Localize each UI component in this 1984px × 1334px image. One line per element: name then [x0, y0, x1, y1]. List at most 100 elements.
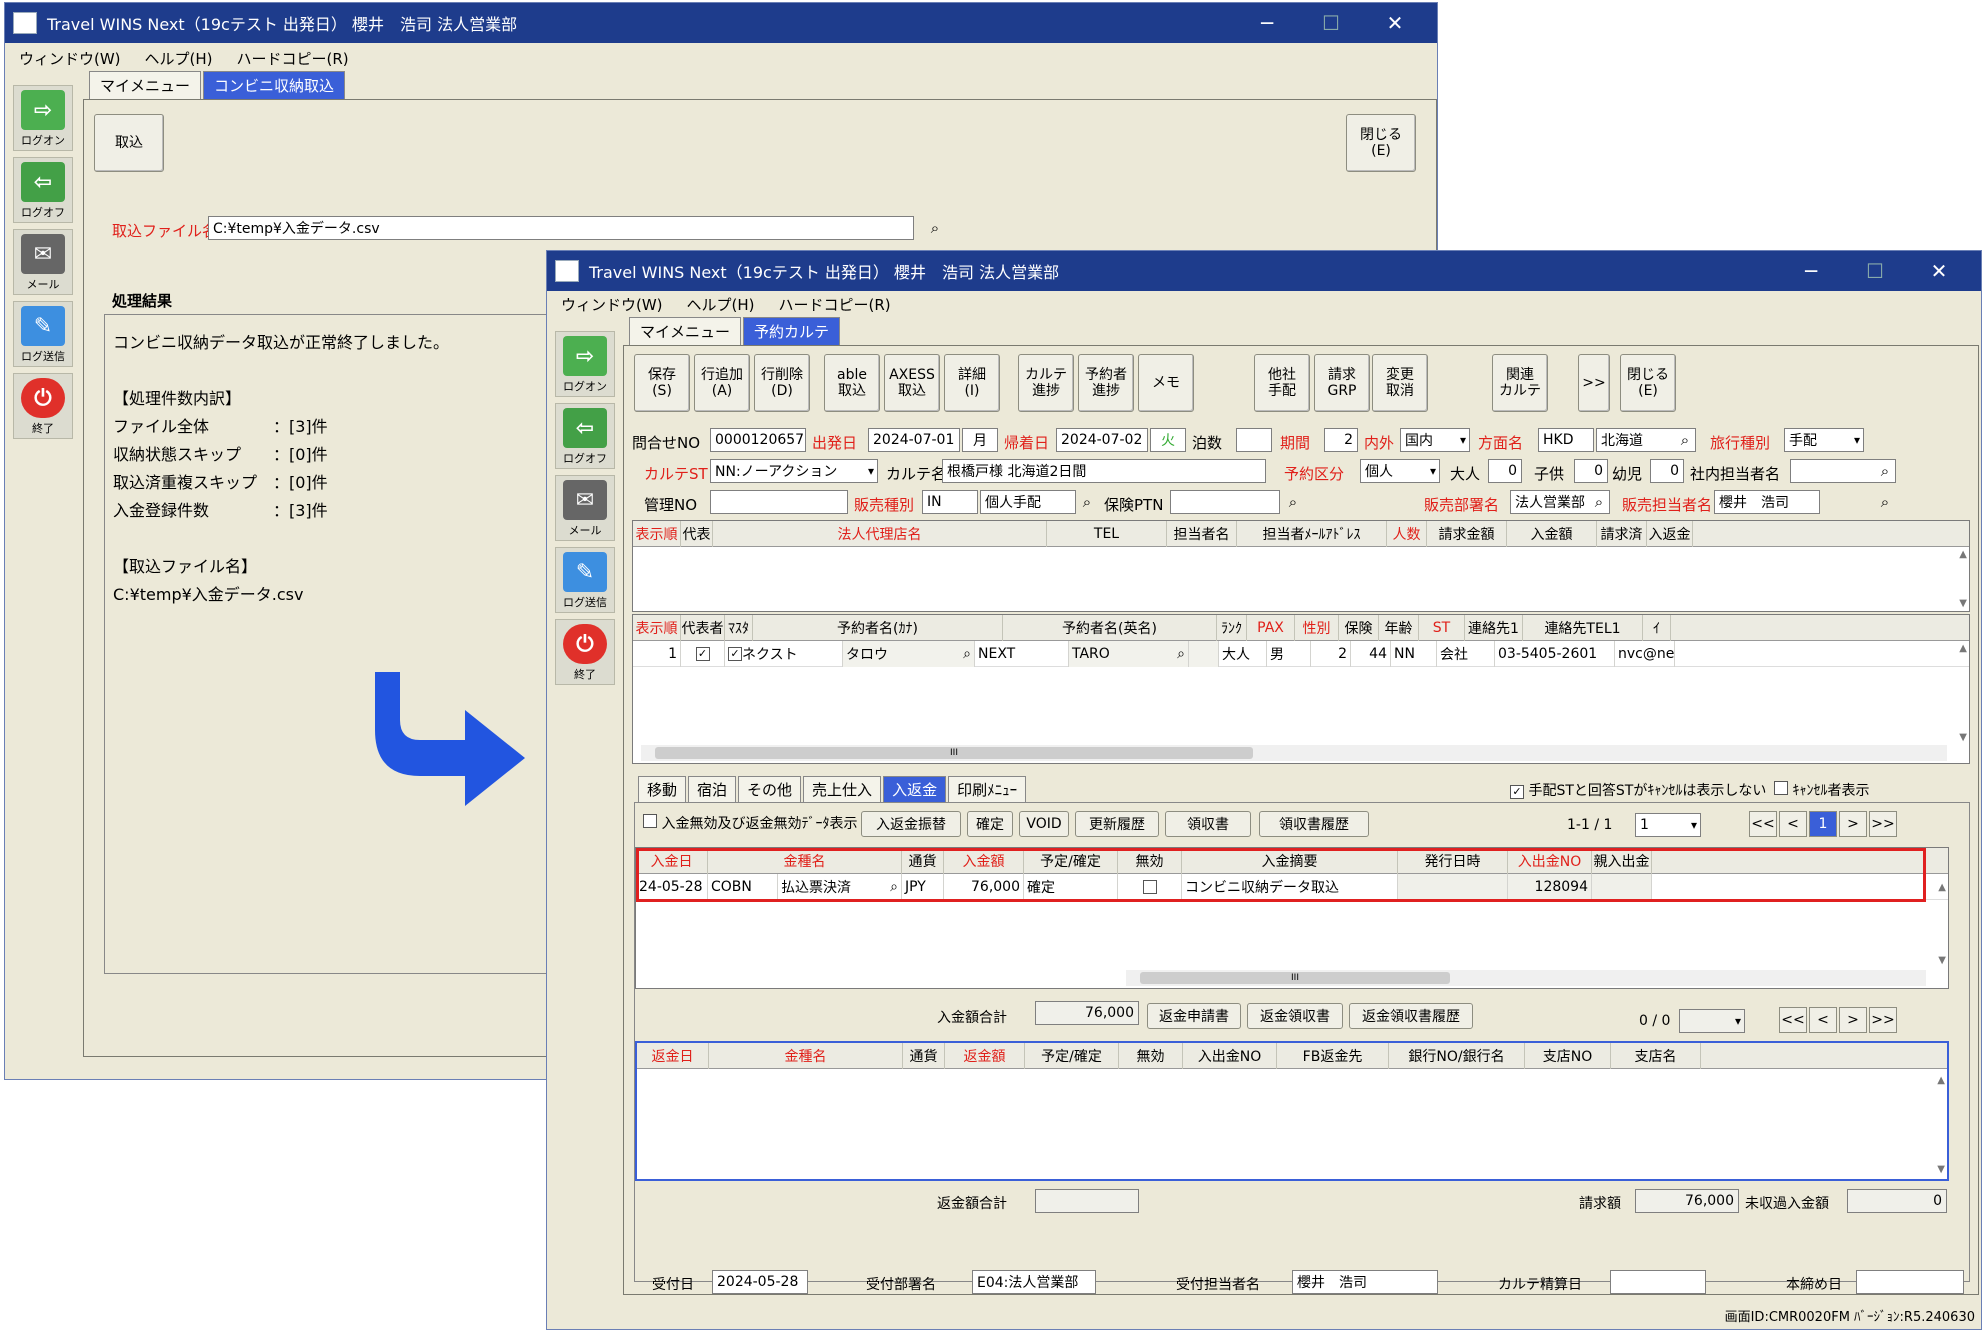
row-checkbox[interactable]: ✓: [728, 647, 742, 661]
update-history-button[interactable]: 更新履歴: [1075, 811, 1159, 837]
depart-date-field[interactable]: 2024-07-01: [868, 428, 960, 452]
subtab-sales[interactable]: 売上仕入: [803, 776, 882, 802]
column-header[interactable]: 担当者ﾒｰﾙｱﾄﾞﾚｽ: [1237, 521, 1387, 547]
booking-type-select[interactable]: 個人: [1360, 459, 1440, 483]
scroll-up-icon[interactable]: ▲: [1959, 549, 1967, 560]
menu-help[interactable]: ヘルプ(H): [145, 48, 213, 69]
column-header[interactable]: 支店名: [1611, 1043, 1701, 1069]
column-header[interactable]: FB返金先: [1277, 1043, 1389, 1069]
related-karte-button[interactable]: 関連 カルテ: [1492, 354, 1548, 412]
receipt-button[interactable]: 領収書: [1165, 811, 1251, 837]
show-cancel-option[interactable]: ｷｬﾝｾﾙ者表示: [1774, 780, 1869, 800]
detail-button[interactable]: 詳細 (I): [944, 354, 1000, 412]
prev-page-button[interactable]: <: [1779, 811, 1807, 837]
log-send-button[interactable]: ✎ ログ送信: [555, 547, 615, 613]
subtab-print[interactable]: 印刷ﾒﾆｭｰ: [948, 776, 1027, 802]
mail-button[interactable]: ✉ メール: [13, 229, 73, 295]
exit-button[interactable]: ⏻ 終了: [13, 373, 73, 439]
domestic-select[interactable]: 国内: [1400, 428, 1470, 452]
column-header[interactable]: 性別: [1295, 615, 1339, 641]
column-header[interactable]: 予定/確定: [1025, 1043, 1119, 1069]
refund-receipt-history-button[interactable]: 返金領収書履歴: [1349, 1003, 1473, 1029]
tab-convenience-import[interactable]: コンビニ収納取込: [203, 71, 346, 99]
column-header[interactable]: ST: [1419, 615, 1465, 641]
column-header[interactable]: 表示順: [633, 615, 681, 641]
back-close-button[interactable]: 閉じる (E): [1346, 114, 1416, 172]
infant-field[interactable]: 0: [1650, 459, 1684, 483]
search-icon[interactable]: ⌕: [1177, 646, 1185, 662]
column-header[interactable]: 返金額: [945, 1043, 1025, 1069]
deposit-transfer-button[interactable]: 入返金振替: [861, 811, 961, 837]
log-send-button[interactable]: ✎ ログ送信: [13, 301, 73, 367]
column-header[interactable]: 連絡先TEL1: [1523, 615, 1643, 641]
column-header[interactable]: 入出金NO: [1183, 1043, 1277, 1069]
void-button[interactable]: VOID: [1019, 811, 1069, 837]
karte-progress-button[interactable]: カルテ 進捗: [1018, 354, 1074, 412]
page-select[interactable]: 1: [1635, 813, 1701, 837]
column-header[interactable]: 返金日: [637, 1043, 709, 1069]
period-field[interactable]: 2: [1324, 428, 1358, 452]
subtab-other[interactable]: その他: [738, 776, 802, 802]
scroll-up-icon[interactable]: ▲: [1959, 643, 1967, 654]
travel-type-select[interactable]: 手配: [1784, 428, 1864, 452]
menu-hardcopy[interactable]: ハードコピー(R): [237, 48, 349, 69]
logon-button[interactable]: ⇨ ログオン: [555, 331, 615, 397]
column-header[interactable]: ｲ: [1643, 615, 1671, 641]
import-button[interactable]: 取込: [94, 114, 164, 172]
logon-button[interactable]: ⇨ ログオン: [13, 85, 73, 151]
add-row-button[interactable]: 行追加 (A): [694, 354, 750, 412]
column-header[interactable]: 入金額: [1507, 521, 1597, 547]
refund-prev-page-button[interactable]: <: [1809, 1007, 1837, 1033]
subtab-move[interactable]: 移動: [638, 776, 687, 802]
tab-mymenu[interactable]: マイメニュー: [629, 317, 742, 345]
logoff-button[interactable]: ⇦ ログオフ: [555, 403, 615, 469]
minimize-icon[interactable]: ─: [1235, 3, 1299, 43]
column-header[interactable]: 代表者: [681, 615, 725, 641]
file-search-icon[interactable]: ⌕: [924, 217, 946, 239]
scroll-thumb[interactable]: III: [655, 747, 1253, 759]
horizontal-scrollbar[interactable]: III: [1126, 970, 1926, 986]
hide-cancel-option[interactable]: ✓ 手配STと回答STがｷｬﾝｾﾙは表示しない: [1510, 780, 1766, 800]
table-row[interactable]: 1 ✓ ✓ ネクスト タロウ ⌕ NEXT TARO ⌕ 大人男 2 44 NN 会社 03-5405-2…: [633, 641, 1969, 667]
sales-staff-search-icon[interactable]: ⌕: [1874, 491, 1896, 513]
insurance-search-icon[interactable]: ⌕: [1282, 491, 1304, 513]
tab-reservation-karte[interactable]: 予約カルテ: [743, 317, 841, 345]
maximize-icon[interactable]: ☐: [1843, 251, 1907, 291]
save-button[interactable]: 保存 (S): [634, 354, 690, 412]
able-import-button[interactable]: able 取込: [824, 354, 880, 412]
scroll-down-icon[interactable]: ▼: [1959, 732, 1967, 743]
column-header[interactable]: PAX: [1247, 615, 1295, 641]
sales-type-code-field[interactable]: IN: [922, 490, 978, 514]
next-page-button[interactable]: >: [1839, 811, 1867, 837]
column-header[interactable]: 代表: [681, 521, 713, 547]
hide-cancel-checkbox[interactable]: ✓: [1510, 785, 1524, 799]
menu-help[interactable]: ヘルプ(H): [687, 294, 755, 315]
column-header[interactable]: ﾏｽﾀ: [725, 615, 753, 641]
column-header[interactable]: 法人代理店名: [713, 521, 1047, 547]
first-page-button[interactable]: <<: [1749, 811, 1777, 837]
column-header[interactable]: 銀行NO/銀行名: [1389, 1043, 1525, 1069]
memo-button[interactable]: メモ: [1138, 354, 1194, 412]
insurance-field[interactable]: [1170, 490, 1280, 514]
inquiry-no-field[interactable]: 0000120657: [710, 428, 806, 452]
scroll-down-icon[interactable]: ▼: [1959, 598, 1967, 609]
direction-search-icon[interactable]: ⌕: [1674, 429, 1696, 451]
file-input[interactable]: C:¥temp¥入金データ.csv: [208, 216, 914, 240]
exit-button[interactable]: ⏻ 終了: [555, 619, 615, 685]
child-field[interactable]: 0: [1574, 459, 1608, 483]
invalid-data-checkbox[interactable]: [643, 814, 657, 828]
column-header[interactable]: 金種名: [709, 1043, 903, 1069]
refund-receipt-button[interactable]: 返金領収書: [1247, 1003, 1343, 1029]
change-cancel-button[interactable]: 変更 取消: [1372, 354, 1428, 412]
column-header[interactable]: ﾗﾝｸ: [1217, 615, 1247, 641]
karte-st-select[interactable]: NN:ノーアクション: [710, 459, 878, 483]
column-header[interactable]: 予約者名(ｶﾅ): [753, 615, 1003, 641]
subtab-deposit[interactable]: 入返金: [883, 776, 947, 802]
column-header[interactable]: 予約者名(英名): [1003, 615, 1217, 641]
invalid-data-option[interactable]: 入金無効及び返金無効ﾃﾞｰﾀ表示: [643, 813, 857, 833]
scroll-up-icon[interactable]: ▲: [1937, 1075, 1945, 1086]
search-icon[interactable]: ⌕: [963, 646, 971, 662]
column-header[interactable]: 支店NO: [1525, 1043, 1611, 1069]
column-header[interactable]: 保険: [1339, 615, 1379, 641]
column-header[interactable]: 入返金: [1647, 521, 1693, 547]
